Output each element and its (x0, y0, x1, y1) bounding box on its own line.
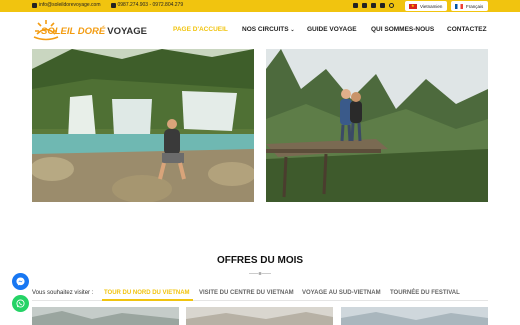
tab-north-vietnam[interactable]: TOUR DU NORD DU VIETNAM (104, 290, 190, 296)
main-nav: PAGE D'ACCUEIL NOS CIRCUITS ⌄ GUIDE VOYA… (0, 26, 520, 36)
nav-circuits-label: NOS CIRCUITS (242, 26, 289, 33)
search-icon[interactable] (389, 3, 394, 8)
active-tab-indicator (102, 299, 193, 301)
facebook-icon[interactable] (353, 3, 358, 8)
instagram-icon[interactable] (362, 3, 367, 8)
phone-icon (110, 2, 116, 8)
tabs-prompt: Vous souhaitez visiter : (32, 290, 94, 296)
language-label: Vietnamien (420, 3, 443, 9)
email-icon[interactable] (380, 3, 385, 8)
chevron-down-icon: ⌄ (290, 27, 295, 33)
nav-circuits[interactable]: NOS CIRCUITS ⌄ (242, 26, 295, 33)
nav-about[interactable]: QUI SOMMES-NOUS (371, 26, 434, 33)
tab-festival[interactable]: TOURNÉE DU FESTIVAL (390, 290, 460, 296)
france-flag-icon (455, 3, 463, 9)
messenger-icon (16, 277, 25, 286)
offer-card-2[interactable] (186, 307, 333, 325)
messenger-button[interactable] (12, 273, 29, 290)
waterfall-image (32, 49, 254, 202)
tabs-underline (32, 300, 488, 301)
offer-card-image (32, 307, 179, 325)
phone-text: 0987.274.903 - 0972.804.279 (117, 2, 184, 8)
top-bar: info@soleildorevoyage.com 0987.274.903 -… (0, 0, 520, 12)
language-vietnamese[interactable]: Vietnamien (405, 1, 447, 11)
vietnam-flag-icon (409, 3, 417, 9)
photo-waterfall (32, 49, 254, 202)
nav-contact[interactable]: CONTACTEZ (447, 26, 487, 33)
offer-card-3[interactable] (341, 307, 488, 325)
twitter-icon[interactable] (371, 3, 376, 8)
whatsapp-icon (16, 299, 25, 308)
mountain-image (266, 49, 488, 202)
offer-card-1[interactable] (32, 307, 179, 325)
tab-central-vietnam[interactable]: VISITE DU CENTRE DU VIETNAM (199, 290, 294, 296)
language-french[interactable]: Français (451, 1, 488, 11)
offer-card-image (186, 307, 333, 325)
offers-title: OFFRES DU MOIS (216, 255, 304, 266)
language-label: Français (466, 3, 484, 9)
nav-guide[interactable]: GUIDE VOYAGE (307, 26, 357, 33)
whatsapp-button[interactable] (12, 295, 29, 312)
social-links (353, 3, 394, 8)
offer-tabs: Vous souhaitez visiter : TOUR DU NORD DU… (32, 290, 488, 300)
photo-mountain (266, 49, 488, 202)
offer-card-image (341, 307, 488, 325)
title-divider (249, 272, 271, 275)
contact-info: info@soleildorevoyage.com 0987.274.903 -… (32, 2, 183, 8)
email-text: info@soleildorevoyage.com (39, 2, 101, 8)
main-header: SOLEIL DORÉ VOYAGE PAGE D'ACCUEIL NOS CI… (0, 12, 520, 50)
email-link[interactable]: info@soleildorevoyage.com (32, 2, 101, 8)
envelope-icon (32, 2, 37, 8)
tab-south-vietnam[interactable]: VOYAGE AU SUD-VIETNAM (302, 290, 381, 296)
nav-home[interactable]: PAGE D'ACCUEIL (173, 26, 228, 33)
phone-link[interactable]: 0987.274.903 - 0972.804.279 (110, 2, 184, 8)
